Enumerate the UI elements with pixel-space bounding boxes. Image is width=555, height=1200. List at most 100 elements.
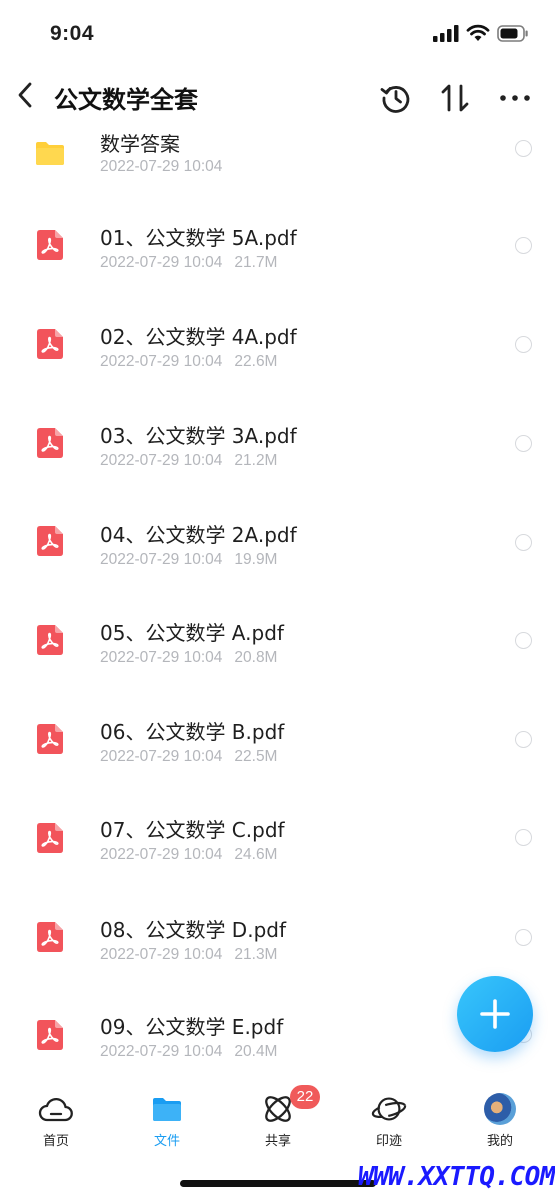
file-size: 21.2M (234, 452, 278, 469)
tab-home[interactable]: 首页 (16, 1090, 96, 1156)
select-checkbox[interactable] (515, 140, 532, 157)
tab-mine[interactable]: 我的 (460, 1090, 540, 1156)
list-item-folder[interactable]: 数学答案 2022-07-29 10:04 (0, 126, 555, 202)
tab-files[interactable]: 文件 (127, 1090, 207, 1156)
file-date: 2022-07-29 10:04 (100, 353, 223, 370)
file-size: 20.4M (234, 1043, 278, 1060)
select-checkbox[interactable] (515, 435, 532, 452)
file-date: 2022-07-29 10:04 (100, 254, 223, 271)
back-button[interactable] (8, 78, 42, 112)
pdf-icon (37, 823, 63, 853)
file-meta: 2022-07-29 10:04 21.2M (100, 452, 277, 470)
file-name: 08、公文数学 D.pdf (100, 918, 286, 942)
select-checkbox[interactable] (515, 336, 532, 353)
list-item-pdf[interactable]: 02、公文数学 4A.pdf 2022-07-29 10:04 22.6M (0, 300, 555, 398)
select-checkbox[interactable] (515, 929, 532, 946)
list-item-pdf[interactable]: 07、公文数学 C.pdf 2022-07-29 10:04 24.6M (0, 793, 555, 891)
battery-icon (497, 24, 528, 42)
file-name: 04、公文数学 2A.pdf (100, 523, 297, 547)
file-size: 24.6M (234, 846, 278, 863)
file-name: 03、公文数学 3A.pdf (100, 424, 297, 448)
list-item-pdf[interactable]: 06、公文数学 B.pdf 2022-07-29 10:04 22.5M (0, 694, 555, 792)
list-item-pdf[interactable]: 04、公文数学 2A.pdf 2022-07-29 10:04 19.9M (0, 497, 555, 595)
file-name: 09、公文数学 E.pdf (100, 1015, 284, 1039)
file-list: 数学答案 2022-07-29 10:04 01、公文数学 5A.pdf 202… (0, 126, 555, 1074)
sort-button[interactable] (437, 80, 473, 116)
pdf-icon (37, 526, 63, 556)
folder-icon (153, 1098, 181, 1121)
tab-files-icon-wrap (149, 1092, 185, 1126)
select-checkbox[interactable] (515, 237, 532, 254)
file-size: 20.8M (234, 649, 278, 666)
sort-icon (441, 84, 469, 112)
pdf-icon (37, 428, 63, 458)
pdf-icon (37, 329, 63, 359)
file-size: 22.5M (234, 748, 278, 765)
tab-mine-icon-wrap (482, 1092, 518, 1126)
file-name: 02、公文数学 4A.pdf (100, 325, 297, 349)
cellular-signal-icon (433, 24, 459, 42)
pdf-icon (37, 1020, 63, 1050)
file-size: 21.7M (234, 254, 278, 271)
list-item-pdf[interactable]: 08、公文数学 D.pdf 2022-07-29 10:04 21.3M (0, 891, 555, 989)
avatar (484, 1093, 516, 1125)
file-meta: 2022-07-29 10:04 21.7M (100, 254, 277, 272)
tab-label: 文件 (153, 1134, 180, 1149)
history-icon (380, 86, 410, 113)
page-title: 公文数学全套 (54, 86, 198, 114)
home-indicator (180, 1180, 376, 1187)
status-icons (433, 24, 529, 42)
tab-label: 印迹 (375, 1134, 402, 1149)
nav-bar: 公文数学全套 (0, 70, 555, 126)
more-button[interactable] (497, 80, 533, 116)
select-checkbox[interactable] (515, 731, 532, 748)
file-name: 05、公文数学 A.pdf (100, 621, 284, 645)
file-meta: 2022-07-29 10:04 22.6M (100, 353, 277, 371)
tab-traces-icon-wrap (371, 1092, 407, 1126)
file-size: 22.6M (234, 353, 278, 370)
file-meta: 2022-07-29 10:04 22.5M (100, 748, 277, 766)
file-meta: 2022-07-29 10:04 21.3M (100, 946, 277, 964)
tab-label: 首页 (42, 1134, 69, 1149)
file-name: 07、公文数学 C.pdf (100, 818, 285, 842)
file-date: 2022-07-29 10:04 (100, 452, 223, 469)
add-button[interactable] (457, 976, 533, 1052)
file-name: 数学答案 (100, 132, 180, 156)
select-checkbox[interactable] (515, 534, 532, 551)
list-item-pdf[interactable]: 05、公文数学 A.pdf 2022-07-29 10:04 20.8M (0, 596, 555, 694)
file-date: 2022-07-29 10:04 (100, 551, 223, 568)
tab-label: 共享 (264, 1134, 291, 1149)
share-count-badge: 22 (290, 1085, 320, 1109)
history-button[interactable] (378, 80, 414, 116)
file-name: 06、公文数学 B.pdf (100, 720, 285, 744)
tab-bar: 首页 文件 共享 印迹 我的 (0, 1080, 555, 1160)
watermark: WWW.XXTTQ.COM (358, 1162, 555, 1192)
list-item-pdf[interactable]: 03、公文数学 3A.pdf 2022-07-29 10:04 21.2M (0, 399, 555, 497)
planet-icon (371, 1097, 407, 1121)
file-size: 19.9M (234, 551, 278, 568)
file-meta: 2022-07-29 10:04 20.8M (100, 649, 277, 667)
file-meta: 2022-07-29 10:04 24.6M (100, 846, 277, 864)
tab-traces[interactable]: 印迹 (349, 1090, 429, 1156)
file-date: 2022-07-29 10:04 (100, 649, 223, 666)
select-checkbox[interactable] (515, 829, 532, 846)
wifi-icon (466, 24, 490, 41)
file-meta: 2022-07-29 10:04 20.4M (100, 1043, 277, 1061)
pdf-icon (37, 625, 63, 655)
file-date: 2022-07-29 10:04 (100, 158, 223, 175)
pdf-icon (37, 230, 63, 260)
tab-home-icon-wrap (38, 1092, 74, 1126)
more-horizontal-icon (500, 95, 530, 101)
list-item-pdf[interactable]: 01、公文数学 5A.pdf 2022-07-29 10:04 21.7M (0, 202, 555, 300)
plus-icon (480, 999, 510, 1029)
select-checkbox[interactable] (515, 632, 532, 649)
file-date: 2022-07-29 10:04 (100, 1043, 223, 1060)
chevron-left-icon (18, 82, 32, 108)
status-bar: 9:04 (0, 0, 555, 70)
tab-label: 我的 (486, 1134, 513, 1149)
status-time: 9:04 (50, 22, 95, 45)
folder-icon (36, 142, 64, 165)
file-date: 2022-07-29 10:04 (100, 946, 223, 963)
pdf-icon (37, 922, 63, 952)
file-meta: 2022-07-29 10:04 19.9M (100, 551, 277, 569)
